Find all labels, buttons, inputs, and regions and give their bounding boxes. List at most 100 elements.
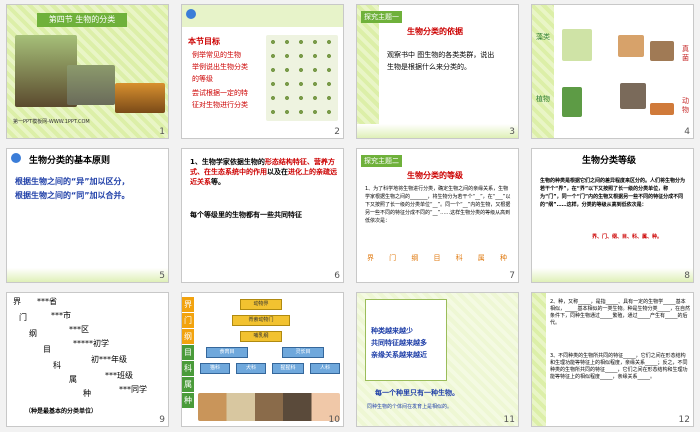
slide-thumbnail-10[interactable]: 界 门 纲 目 科 属 种 动物界 脊索动物门 哺乳纲 食肉目 灵长目 猫科 犬… [181, 292, 344, 427]
logo-icon [186, 9, 196, 19]
principle-line: 根据生物之间的“异”加以区分， [15, 177, 130, 186]
slide-title: 生物分类等级 [582, 156, 637, 166]
slide-thumbnail-12[interactable]: 2、种，又称_____，是指_____、具有一定的生物学_____基本相似，__… [531, 292, 694, 427]
slide-thumbnail-9[interactable]: 界 ***省 门 ***市 纲 ***区 目 *****初学 科 初***年级 … [6, 292, 169, 427]
group-label: 真菌 [682, 45, 689, 62]
body-text: 生物的种类是根据它们之间的差异程度来区分的。人们将生物分为若干个“界”，在“界”… [540, 178, 686, 208]
slide-number: 3 [509, 127, 515, 137]
rank-analogy: 属 [69, 375, 77, 384]
rank-analogy: 初***年级 [91, 355, 127, 364]
rank-analogy: ***同学 [119, 385, 147, 394]
summary-line: 种类越来越少 [371, 327, 413, 335]
mushroom-image [618, 35, 644, 57]
tree-node-class: 哺乳纲 [240, 331, 282, 342]
slide-title: 第四节 生物的分类 [37, 13, 127, 27]
slide-title: 生物分类的基本原则 [29, 156, 111, 166]
group-label: 藻类 [536, 33, 550, 41]
objectives-heading: 本节目标 [188, 37, 220, 46]
rank-label: 门 [182, 313, 194, 328]
species-note: 同种生物的个体间在发育上是相似的。 [367, 404, 453, 410]
common-feature-text: 每个等级里的生物都有一些共同特征 [190, 211, 302, 219]
group-label: 动物 [682, 97, 689, 114]
tigers-photo [115, 83, 165, 113]
tree-node-family: 猫科 [200, 363, 230, 374]
slide-number: 11 [503, 415, 515, 425]
summary-line: 共同特征越来越多 [371, 339, 427, 347]
group-label: 植物 [536, 95, 550, 103]
objective-line: 尝试根据一定的特 [192, 89, 248, 97]
slide-number: 7 [509, 271, 515, 281]
rank-analogy: ***市 [51, 311, 71, 320]
slide-number: 6 [334, 271, 340, 281]
species-note: 每一个种里只有一种生物。 [375, 389, 459, 397]
slide-thumbnail-11[interactable]: 种类越来越少 共同特征越来越多 亲缘关系越来越近 每一个种里只有一种生物。 同种… [356, 292, 519, 427]
tree-node-order: 食肉目 [206, 347, 248, 358]
body-text: 1、为了科学地将生物进行分类，确定生物之间的亲缘关系，生物学家根据生物之间的__… [365, 186, 511, 224]
slide-thumbnail-6[interactable]: 1、生物学家依据生物的形态结构特征、营养方式、在生态系统中的作用以及在进化上的亲… [181, 148, 344, 283]
slide-title: 生物分类的依据 [407, 27, 463, 36]
summary-line: 亲缘关系越来越近 [371, 351, 427, 359]
slide-number: 1 [159, 127, 165, 137]
slide-number: 2 [334, 127, 340, 137]
rank-analogy: 种 [83, 389, 91, 398]
slide-thumbnail-3[interactable]: 探究主题一 生物分类的依据 观察书中 图生物的各类类群，说出生物是根据什么来分类… [356, 4, 519, 139]
body-text: 观察书中 图生物的各类类群，说出生物是根据什么来分类的。 [387, 51, 495, 71]
slide-number: 10 [328, 415, 340, 425]
objective-line: 征对生物进行分类 [192, 101, 248, 109]
footer-text: 第一PPT模板网-WWW.1PPT.COM [13, 119, 90, 125]
slide-thumbnail-5[interactable]: 生物分类的基本原则 根据生物之间的“异”加以区分， 根据生物之间的“同”加以合并… [6, 148, 169, 283]
ranks-row: 界门纲目科属种 [367, 254, 507, 262]
rank-analogy: ***班级 [105, 371, 133, 380]
slide-number: 12 [678, 415, 690, 425]
topic-tag: 探究主题一 [361, 11, 402, 23]
criteria-paragraph: 1、生物学家依据生物的形态结构特征、营养方式、在生态系统中的作用以及在进化上的亲… [190, 158, 337, 186]
beetles-image [266, 35, 338, 121]
rhino-photo [67, 65, 115, 105]
rank-label: 属 [182, 377, 194, 392]
rank-analogy: ***区 [69, 325, 89, 334]
rank-label: 界 [182, 297, 194, 312]
tree-node-kingdom: 动物界 [240, 299, 282, 310]
rank-label: 科 [182, 361, 194, 376]
algae-image [562, 29, 592, 61]
rank-analogy: 门 [19, 313, 27, 322]
logo-icon [11, 153, 21, 163]
slide-number: 5 [159, 271, 165, 281]
slide-number: 9 [159, 415, 165, 425]
ranks-text: 界、门、纲、目、科、属、种。 [592, 234, 663, 240]
slide-title: 生物分类的等级 [407, 171, 463, 180]
slide-thumbnail-1[interactable]: 第四节 生物的分类 第一PPT模板网-WWW.1PPT.COM 1 [6, 4, 169, 139]
slide-thumbnail-7[interactable]: 探究主题二 生物分类的等级 1、为了科学地将生物进行分类，确定生物之间的亲缘关系… [356, 148, 519, 283]
objective-line: 举例说出生物分类 [192, 63, 248, 71]
tree-node-order: 灵长目 [282, 347, 324, 358]
slide-thumbnail-4[interactable]: 藻类 真菌 植物 动物 4 [531, 4, 694, 139]
tree-node-family: 猩猩科 [272, 363, 304, 374]
objective-line: 例举常见的生物 [192, 51, 241, 59]
basic-unit-note: （种是最基本的分类单位） [25, 408, 98, 415]
rank-analogy: 纲 [29, 329, 37, 338]
rank-analogy: *****初学 [73, 339, 109, 348]
tree-node-family: 人科 [310, 363, 340, 374]
rank-label: 目 [182, 345, 194, 360]
rank-analogy: ***省 [37, 297, 57, 306]
rank-analogy: 目 [43, 345, 51, 354]
rank-label: 种 [182, 393, 194, 408]
fungi-image [650, 41, 674, 61]
objective-line: 的等级 [192, 75, 213, 83]
slide-number: 4 [684, 127, 690, 137]
fish-image [650, 103, 674, 115]
slide-thumbnail-8[interactable]: 生物分类等级 生物的种类是根据它们之间的差异程度来区分的。人们将生物分为若干个“… [531, 148, 694, 283]
question-text: 2、种，又称_____，是指_____、具有一定的生物学_____基本相似，__… [550, 299, 691, 326]
rank-analogy: 界 [13, 297, 21, 306]
animal-photos-row [198, 393, 340, 421]
tree-node-family: 犬科 [236, 363, 266, 374]
elephant-image [620, 83, 646, 109]
slide-thumbnail-2[interactable]: 本节目标 例举常见的生物 举例说出生物分类 的等级 尝试根据一定的特 征对生物进… [181, 4, 344, 139]
question-text: 3、不同种类的生物所共同的特征_____，它们之间在形态结构和生理功能等特征上的… [550, 353, 688, 380]
plant-image [562, 87, 582, 117]
topic-tag: 探究主题二 [361, 155, 402, 167]
rank-analogy: 科 [53, 361, 61, 370]
principle-line: 根据生物之间的“同”加以合并。 [15, 191, 130, 200]
tree-node-phylum: 脊索动物门 [232, 315, 290, 326]
slide-number: 8 [684, 271, 690, 281]
